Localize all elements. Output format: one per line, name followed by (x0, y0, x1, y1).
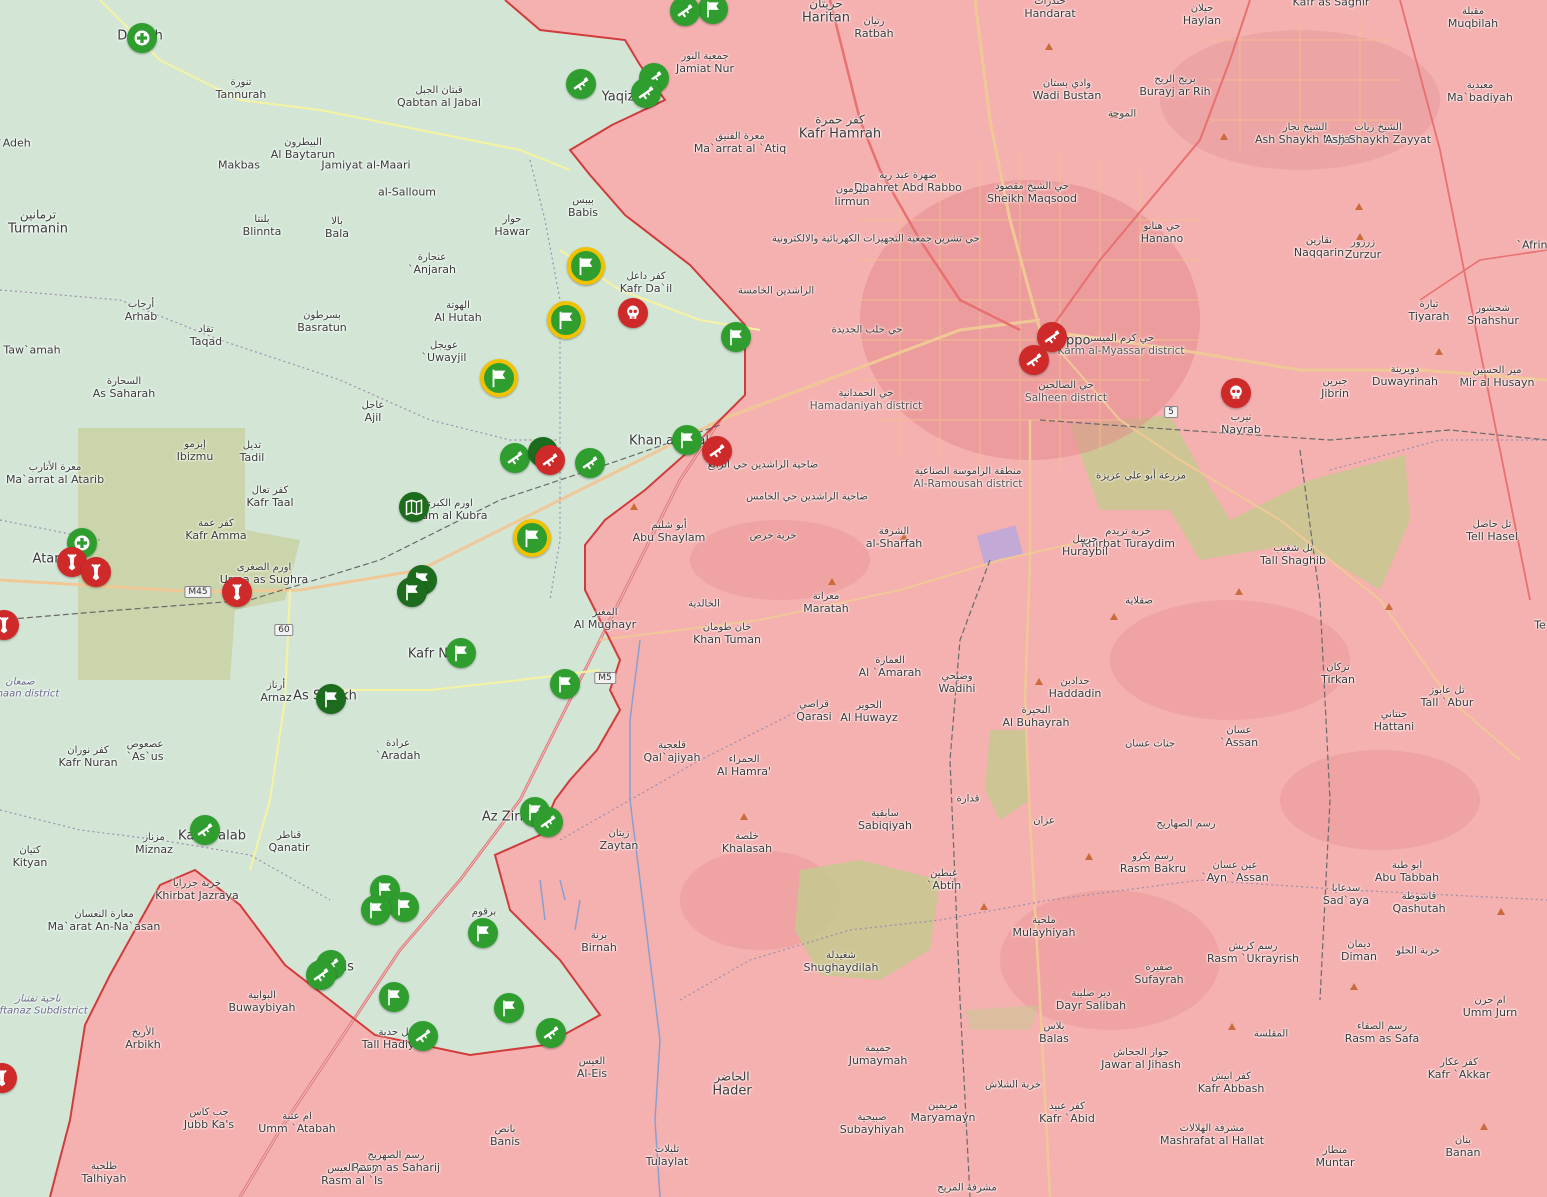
flag-icon (677, 430, 697, 450)
map-marker-flag[interactable] (494, 993, 524, 1023)
rifle-icon (538, 812, 558, 832)
rifle-icon (1024, 350, 1044, 370)
map-marker-flag[interactable] (547, 301, 585, 339)
rifle-icon (580, 453, 600, 473)
rifle-icon (707, 441, 727, 461)
flag-icon (321, 689, 341, 709)
road-shield: 5 (1164, 406, 1178, 418)
flag-icon (555, 309, 577, 331)
map-marker-skull[interactable] (618, 298, 648, 328)
flag-icon (555, 674, 575, 694)
rifle-icon (541, 1023, 561, 1043)
flag-icon (488, 367, 510, 389)
rifle-icon (1042, 327, 1062, 347)
rifle-icon (675, 1, 695, 21)
map-marker-rifle[interactable] (1019, 345, 1049, 375)
map-marker-rifle[interactable] (500, 443, 530, 473)
map-marker-flag[interactable] (379, 982, 409, 1012)
map-marker-bomb[interactable] (222, 577, 252, 607)
map-marker-flag[interactable] (316, 684, 346, 714)
flag-icon (499, 998, 519, 1018)
flag-icon (726, 327, 746, 347)
flag-icon (402, 582, 422, 602)
map-marker-medical[interactable] (127, 23, 157, 53)
map-marker-rifle[interactable] (408, 1021, 438, 1051)
map-marker-flag[interactable] (397, 577, 427, 607)
bomb-icon (0, 615, 14, 635)
map-marker-flag[interactable] (480, 359, 518, 397)
flag-icon (521, 527, 543, 549)
medical-cross-icon (132, 28, 152, 48)
bomb-icon (86, 562, 106, 582)
skull-icon (1226, 383, 1246, 403)
map-marker-flag[interactable] (550, 669, 580, 699)
map-marker-rifle[interactable] (575, 448, 605, 478)
road-shield: M5 (594, 672, 616, 684)
map-marker-flag[interactable] (672, 425, 702, 455)
map-marker-flag[interactable] (361, 895, 391, 925)
flag-icon (451, 643, 471, 663)
flag-icon (703, 0, 723, 19)
rifle-icon (540, 450, 560, 470)
bomb-icon (0, 1068, 12, 1088)
map-marker-rifle[interactable] (535, 445, 565, 475)
map-marker-rifle[interactable] (536, 1018, 566, 1048)
flag-icon (394, 897, 414, 917)
bomb-icon (227, 582, 247, 602)
flag-icon (575, 255, 597, 277)
skull-icon (623, 303, 643, 323)
map-marker-flag[interactable] (567, 247, 605, 285)
map-marker-bomb[interactable] (81, 557, 111, 587)
map-marker-rifle[interactable] (566, 69, 596, 99)
map-marker-flag[interactable] (389, 892, 419, 922)
flag-icon (384, 987, 404, 1007)
road-shield: M45 (184, 586, 212, 598)
rifle-icon (505, 448, 525, 468)
rifle-icon (413, 1026, 433, 1046)
map-marker-rifle[interactable] (631, 78, 661, 108)
map-marker-flag[interactable] (468, 918, 498, 948)
flag-icon (366, 900, 386, 920)
map-marker-rifle[interactable] (533, 807, 563, 837)
map-marker-rifle[interactable] (306, 960, 336, 990)
map-marker-map[interactable] (399, 492, 429, 522)
rifle-icon (195, 820, 215, 840)
map-marker-rifle[interactable] (702, 436, 732, 466)
map-marker-rifle[interactable] (190, 815, 220, 845)
flag-icon (473, 923, 493, 943)
bomb-icon (62, 552, 82, 572)
rifle-icon (571, 74, 591, 94)
road-shield: 60 (274, 624, 294, 636)
map-marker-skull[interactable] (1221, 378, 1251, 408)
rifle-icon (311, 965, 331, 985)
rifle-icon (636, 83, 656, 103)
map-marker-flag[interactable] (513, 519, 551, 557)
map-marker-flag[interactable] (446, 638, 476, 668)
map-marker-flag[interactable] (721, 322, 751, 352)
map-icon (404, 497, 424, 517)
